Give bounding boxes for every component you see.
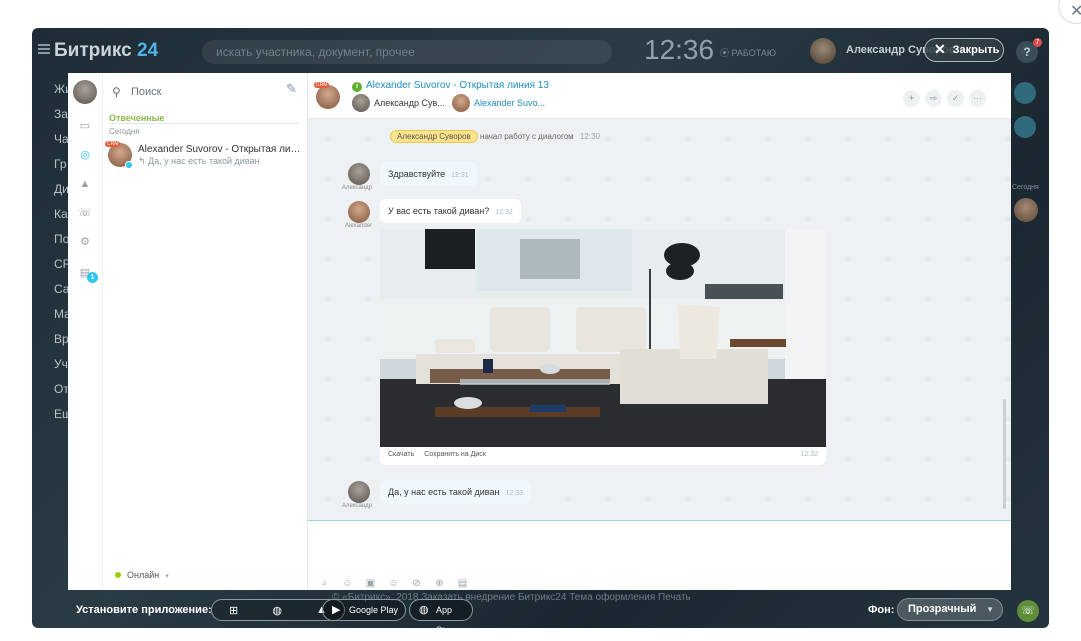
recent-chat-item[interactable]: CRM Alexander Suvorov - Открытая линия 1… bbox=[103, 139, 307, 173]
today-label: Сегодня bbox=[109, 127, 140, 136]
crm-badge: CRM bbox=[105, 141, 121, 147]
help-badge: 7 bbox=[1033, 38, 1042, 47]
member-avatar[interactable] bbox=[452, 94, 470, 112]
app-store-button[interactable]: ◍ App Store bbox=[409, 599, 473, 635]
message-time: 12:32 bbox=[800, 451, 818, 458]
smile-icon[interactable]: ☺ bbox=[388, 578, 399, 589]
online-status-selector[interactable]: Онлайн ▾ bbox=[115, 570, 169, 580]
operator-avatar[interactable] bbox=[348, 163, 370, 185]
operator-avatar[interactable] bbox=[348, 481, 370, 503]
close-icon: ✕ bbox=[934, 41, 946, 57]
dialog-avatar[interactable] bbox=[316, 85, 340, 109]
tasks-badge: 1 bbox=[87, 272, 98, 283]
chats-icon[interactable]: ▭ bbox=[78, 119, 92, 133]
member-avatar[interactable] bbox=[352, 94, 370, 112]
sofa-image[interactable] bbox=[380, 229, 826, 447]
portal-clock[interactable]: 12:36 bbox=[644, 34, 714, 66]
document-icon[interactable]: ▤ bbox=[457, 578, 468, 589]
message-author: Александр bbox=[342, 185, 373, 191]
member-operator[interactable]: Александр Сув... bbox=[374, 98, 445, 108]
message-input-panel: ⌕ ☺ ▣ ☺ ⊘ ⊕ ▤ bbox=[308, 520, 1011, 590]
info-icon: i bbox=[352, 82, 362, 92]
corner-close-icon[interactable]: ✕ bbox=[1058, 0, 1081, 24]
dialog-title[interactable]: i Alexander Suvorov - Открытая линия 13 bbox=[352, 80, 549, 92]
form-icon[interactable]: ▣ bbox=[365, 578, 376, 589]
message-bubble[interactable]: Да, у нас есть такой диван 12:33 bbox=[380, 480, 531, 504]
recent-search-input[interactable]: ⚲ Поиск bbox=[111, 83, 261, 101]
message-bubble[interactable]: Здравствуйте 12:31 bbox=[380, 162, 477, 186]
menu-icon[interactable] bbox=[38, 44, 50, 54]
background-label: Фон: bbox=[868, 604, 895, 616]
upload-icon[interactable]: ⊕ bbox=[434, 578, 445, 589]
portal-search-input[interactable]: искать участника, документ, прочее bbox=[202, 40, 612, 64]
message-list[interactable]: Александр Суворов начал работу с диалого… bbox=[308, 119, 1011, 520]
online-dot bbox=[115, 572, 121, 578]
search-icon: ⚲ bbox=[112, 85, 121, 99]
portal-logo[interactable]: Битрикс 24 bbox=[54, 40, 158, 62]
notifications-icon[interactable]: ▲ bbox=[78, 177, 92, 191]
image-actions: Скачать Сохранить на Диск bbox=[388, 451, 494, 458]
work-status[interactable]: ⦿ РАБОТАЮ bbox=[720, 46, 776, 59]
dialog-header: CRM i Alexander Suvorov - Открытая линия … bbox=[308, 73, 1011, 119]
chevron-down-icon: ▾ bbox=[165, 573, 169, 580]
openlines-icon[interactable] bbox=[1014, 116, 1036, 138]
portal-right-bar bbox=[1014, 82, 1042, 184]
recent-chats-panel: ⚲ Поиск ✎ Отвеченные Сегодня CRM Alexand… bbox=[103, 73, 308, 590]
hide-icon[interactable]: ⊘ bbox=[411, 578, 422, 589]
portal-topbar: Битрикс 24 искать участника, документ, п… bbox=[32, 28, 1049, 74]
chat-title: Alexander Suvorov - Открытая линия 13 bbox=[138, 144, 303, 155]
user-avatar[interactable] bbox=[810, 38, 836, 64]
messenger-window: ▭ ◎ ▲ ☏ ⚙ ▤ 1 ⚲ Поиск ✎ Отвеченные Сегод… bbox=[68, 73, 1011, 590]
play-icon: ▶ bbox=[332, 604, 341, 616]
right-recent-avatar[interactable] bbox=[1014, 198, 1038, 222]
google-play-button[interactable]: ▶ Google Play bbox=[322, 599, 406, 621]
install-app-label: Установите приложение: bbox=[76, 604, 212, 616]
user-icon[interactable]: ☺ bbox=[342, 578, 353, 589]
save-to-disk-link[interactable]: Сохранить на Диск bbox=[424, 451, 486, 458]
message-scrollbar[interactable] bbox=[1003, 399, 1006, 509]
download-link[interactable]: Скачать bbox=[388, 451, 414, 458]
openline-dot bbox=[125, 161, 133, 169]
bottom-bar: © «Битрикс», 2018 Заказать внедрение Бит… bbox=[32, 590, 1049, 635]
settings-gear-icon[interactable]: ⚙ bbox=[78, 235, 92, 249]
close-messenger-button[interactable]: ✕ Закрыть bbox=[924, 38, 1004, 62]
right-today-label: Сегодня bbox=[1012, 184, 1039, 191]
dialog-panel: CRM i Alexander Suvorov - Открытая линия … bbox=[308, 73, 1011, 590]
add-icon[interactable]: + bbox=[903, 90, 920, 107]
more-icon[interactable]: ⋯ bbox=[969, 90, 986, 107]
system-message-author[interactable]: Александр Суворов bbox=[390, 130, 478, 143]
dialog-actions: + ⇨ ✓ ⋯ bbox=[903, 88, 991, 107]
phone-icon[interactable]: ☏ bbox=[78, 206, 92, 220]
apple-icon[interactable]: ◍ bbox=[272, 604, 282, 617]
message-author: Alexander bbox=[345, 223, 373, 229]
windows-icon[interactable]: ⊞ bbox=[229, 604, 238, 617]
client-avatar[interactable] bbox=[348, 201, 370, 223]
attach-icon[interactable]: ⌕ bbox=[319, 578, 330, 589]
message-author: Александр bbox=[342, 503, 373, 509]
openlines-icon[interactable]: ◎ bbox=[78, 148, 92, 162]
finish-icon[interactable]: ✓ bbox=[947, 90, 964, 107]
crm-badge: CRM bbox=[314, 82, 330, 88]
my-avatar[interactable] bbox=[73, 80, 97, 104]
chevron-down-icon: ▼ bbox=[986, 605, 994, 614]
input-toolbar: ⌕ ☺ ▣ ☺ ⊘ ⊕ ▤ bbox=[319, 573, 480, 591]
compose-icon[interactable]: ✎ bbox=[286, 81, 297, 97]
message-bubble[interactable]: У вас есть такой диван? 12:32 bbox=[380, 199, 521, 223]
apple-icon: ◍ bbox=[419, 604, 429, 616]
call-button[interactable]: ☏ bbox=[1017, 600, 1039, 622]
answered-section-label: Отвеченные bbox=[109, 113, 165, 123]
bell-icon[interactable] bbox=[1014, 82, 1036, 104]
image-message[interactable]: Скачать Сохранить на Диск 12:32 bbox=[380, 229, 826, 465]
background-select[interactable]: Прозрачный ▼ bbox=[897, 598, 1003, 621]
system-message: Александр Суворов начал работу с диалого… bbox=[390, 130, 600, 143]
chat-last-message: ↰ Да, у нас есть такой диван bbox=[138, 156, 260, 166]
search-icon[interactable] bbox=[1014, 150, 1036, 172]
transfer-icon[interactable]: ⇨ bbox=[925, 90, 942, 107]
message-textarea[interactable] bbox=[308, 525, 1011, 565]
section-divider bbox=[109, 123, 299, 124]
member-client[interactable]: Alexander Suvo... bbox=[474, 98, 545, 108]
messenger-icon-bar: ▭ ◎ ▲ ☏ ⚙ ▤ 1 bbox=[68, 73, 103, 590]
